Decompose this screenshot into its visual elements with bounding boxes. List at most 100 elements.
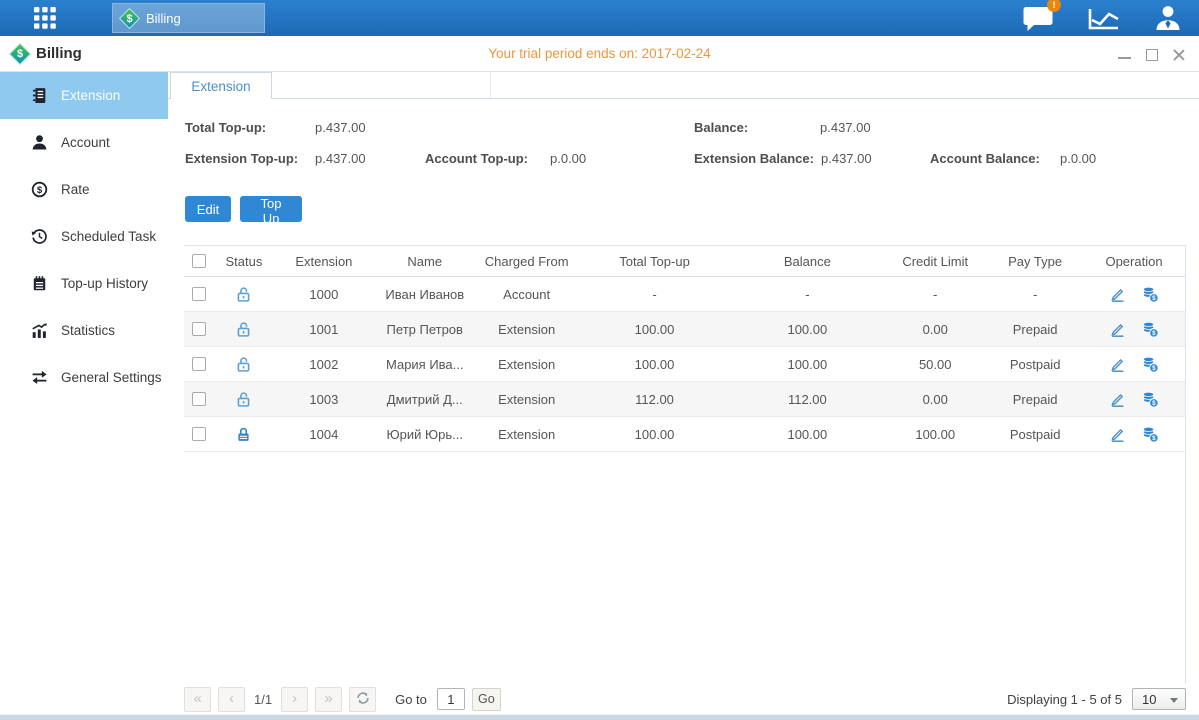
edit-icon[interactable] <box>1109 391 1126 408</box>
account-topup-label: Account Top-up: <box>425 151 528 166</box>
balance-cell: - <box>731 277 883 311</box>
column-header-name[interactable]: Name <box>374 246 476 276</box>
first-page-icon[interactable]: « <box>184 687 211 712</box>
billing-diamond-icon: $ <box>119 7 140 28</box>
extension-topup-value: p.437.00 <box>315 151 366 166</box>
sidebar-item-statistics[interactable]: Statistics <box>0 307 168 354</box>
table-row-1004[interactable]: 1004Юрий Юрь...Extension100.00100.00100.… <box>184 417 1185 452</box>
sidebar-item-extension[interactable]: Extension <box>0 72 168 119</box>
svg-text:$: $ <box>1152 330 1156 337</box>
column-header-extension[interactable]: Extension <box>274 246 374 276</box>
refresh-icon[interactable] <box>349 687 376 712</box>
edit-icon[interactable] <box>1109 321 1126 338</box>
topup-coins-icon[interactable]: $ <box>1142 391 1159 408</box>
lock-open-icon <box>235 286 252 303</box>
sidebar-item-top-up-history[interactable]: Top-up History <box>0 260 168 307</box>
row-checkbox[interactable] <box>192 392 206 406</box>
credit-limit-cell: 50.00 <box>883 347 987 381</box>
row-checkbox[interactable] <box>192 357 206 371</box>
sidebar-item-general-settings[interactable]: General Settings <box>0 354 168 401</box>
extension-cell: 1004 <box>274 417 374 451</box>
minimize-button[interactable] <box>1118 48 1131 61</box>
extension-table: StatusExtensionNameCharged FromTotal Top… <box>184 245 1186 684</box>
total-topup-cell: 100.00 <box>578 347 732 381</box>
topup-coins-icon[interactable]: $ <box>1142 426 1159 443</box>
column-header-pay-type[interactable]: Pay Type <box>987 246 1083 276</box>
trial-notice: Your trial period ends on: 2017-02-24 <box>0 46 1199 61</box>
message-icon[interactable]: ! <box>1022 5 1054 32</box>
page-size-select[interactable]: 10 <box>1132 688 1186 710</box>
charged-from-cell: Extension <box>476 312 578 346</box>
select-all-checkbox[interactable] <box>192 254 206 268</box>
row-checkbox[interactable] <box>192 287 206 301</box>
column-header-total-top-up[interactable]: Total Top-up <box>578 246 732 276</box>
tab-strip-divider <box>271 72 491 98</box>
row-checkbox[interactable] <box>192 427 206 441</box>
displaying-text: Displaying 1 - 5 of 5 <box>1007 692 1122 707</box>
goto-page-input[interactable] <box>437 688 465 710</box>
topup-coins-icon[interactable]: $ <box>1142 356 1159 373</box>
charged-from-cell: Account <box>476 277 578 311</box>
credit-limit-cell: - <box>883 277 987 311</box>
sidebar-item-label: Top-up History <box>61 276 148 291</box>
extension-cell: 1002 <box>274 347 374 381</box>
sidebar-item-label: Scheduled Task <box>61 229 156 244</box>
topup-coins-icon[interactable]: $ <box>1142 321 1159 338</box>
table-row-1002[interactable]: 1002Мария Ива...Extension100.00100.0050.… <box>184 347 1185 382</box>
edit-icon[interactable] <box>1109 286 1126 303</box>
column-header-balance[interactable]: Balance <box>731 246 883 276</box>
account-balance-label: Account Balance: <box>930 151 1040 166</box>
pagination-bar: « ‹ 1/1 › » Go to Go Displaying 1 - 5 of… <box>184 686 1186 712</box>
table-row-1003[interactable]: 1003Дмитрий Д...Extension112.00112.000.0… <box>184 382 1185 417</box>
table-row-1001[interactable]: 1001Петр ПетровExtension100.00100.000.00… <box>184 312 1185 347</box>
edit-icon[interactable] <box>1109 426 1126 443</box>
apps-grid-icon[interactable] <box>34 7 56 29</box>
lock-open-icon <box>235 391 252 408</box>
statistics-graph-icon[interactable] <box>1088 5 1120 31</box>
sidebar: Extension Account $Rate Scheduled Task Top-u… <box>0 72 168 714</box>
svg-text:$: $ <box>1152 435 1156 442</box>
table-header: StatusExtensionNameCharged FromTotal Top… <box>184 245 1185 277</box>
row-checkbox[interactable] <box>192 322 206 336</box>
total-topup-cell: - <box>578 277 732 311</box>
name-cell: Петр Петров <box>374 312 476 346</box>
goto-label: Go to <box>395 692 427 707</box>
topup-coins-icon[interactable]: $ <box>1142 286 1159 303</box>
page-size-value: 10 <box>1142 692 1156 707</box>
extension-balance-label: Extension Balance: <box>694 151 814 166</box>
edit-icon[interactable] <box>1109 356 1126 373</box>
credit-limit-cell: 0.00 <box>883 382 987 416</box>
total-topup-cell: 112.00 <box>578 382 732 416</box>
table-row-1000[interactable]: 1000Иван ИвановAccount----$ <box>184 277 1185 312</box>
column-header-charged-from[interactable]: Charged From <box>476 246 578 276</box>
user-icon[interactable] <box>1154 4 1182 32</box>
tab-extension[interactable]: Extension <box>170 72 272 99</box>
go-button[interactable]: Go <box>472 688 501 711</box>
dollar-circle-icon: $ <box>31 181 48 198</box>
sidebar-item-label: Account <box>61 135 110 150</box>
sidebar-item-scheduled-task[interactable]: Scheduled Task <box>0 213 168 260</box>
window-bottom-edge <box>0 714 1199 720</box>
maximize-button[interactable] <box>1145 48 1158 61</box>
task-tab-billing[interactable]: $ Billing <box>112 3 265 33</box>
column-header-credit-limit[interactable]: Credit Limit <box>883 246 987 276</box>
pay-type-cell: Prepaid <box>987 312 1083 346</box>
balance-cell: 100.00 <box>731 312 883 346</box>
last-page-icon[interactable]: » <box>315 687 342 712</box>
pay-type-cell: Prepaid <box>987 382 1083 416</box>
sidebar-item-account[interactable]: Account <box>0 119 168 166</box>
prev-page-icon[interactable]: ‹ <box>218 687 245 712</box>
sidebar-item-rate[interactable]: $Rate <box>0 166 168 213</box>
column-header-operation[interactable]: Operation <box>1083 246 1185 276</box>
balance-cell: 100.00 <box>731 347 883 381</box>
top-up-button[interactable]: Top Up <box>240 196 302 222</box>
sidebar-item-label: Statistics <box>61 323 115 338</box>
column-header-status[interactable]: Status <box>214 246 274 276</box>
next-page-icon[interactable]: › <box>281 687 308 712</box>
charged-from-cell: Extension <box>476 417 578 451</box>
edit-button[interactable]: Edit <box>185 196 231 222</box>
close-button[interactable] <box>1172 48 1185 61</box>
extension-balance-value: p.437.00 <box>821 151 872 166</box>
notification-badge: ! <box>1047 0 1061 12</box>
svg-text:$: $ <box>1152 400 1156 407</box>
